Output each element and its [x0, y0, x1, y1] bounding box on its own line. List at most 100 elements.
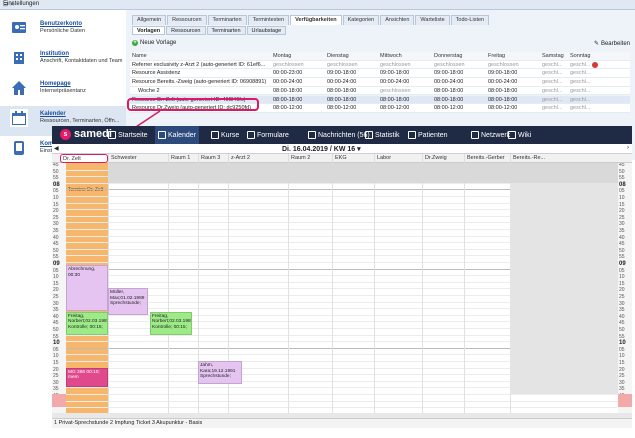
sidebar-item-title[interactable]: Institution: [40, 51, 69, 57]
nav-formulare[interactable]: Formulare: [244, 126, 292, 144]
column-bereitsgerber[interactable]: Bereits.-Gerber: [464, 154, 510, 163]
nav-icon: [365, 131, 373, 139]
calendar-column-headers: Dr. Zelt Schwester Raum 1 Raum 3 z-Arzt 2 Rau…: [52, 154, 632, 163]
tab-warteliste[interactable]: Warteliste: [415, 15, 450, 25]
table-row[interactable]: Resource Bereits.-Zweig (auto-generiert …: [130, 78, 630, 87]
time-label: 10: [53, 195, 59, 201]
column-drzweig[interactable]: Dr.Zweig: [422, 154, 464, 163]
time-axis-right: 45 50 55 08 05 10 15 20 25 30 35 40 45 50 55 09 05 10 15 20…: [618, 163, 632, 413]
grid-line: [66, 400, 618, 402]
subtab-terminarten[interactable]: Terminarten: [206, 26, 246, 35]
appointment[interactable]: Freitag, Norbert;02.03.1989 Kontrolle; 0…: [150, 311, 192, 335]
time-label: 20: [619, 366, 625, 373]
tab-terminarten[interactable]: Terminarten: [207, 15, 247, 25]
column-ekg[interactable]: EKG: [332, 154, 374, 163]
sidebar-item-homepage[interactable]: Homepage Internetpräsentanz: [0, 76, 126, 106]
time-label: 10: [619, 353, 625, 360]
new-template-button[interactable]: + Neue Vorlage: [132, 40, 176, 46]
column-raum1[interactable]: Raum 1: [168, 154, 198, 163]
column-header[interactable]: Name: [132, 52, 147, 60]
time-label: 35: [53, 386, 59, 393]
appointment[interactable]: Freitag, Norbert;02.03.1989 Kontrolle; 0…: [66, 311, 108, 335]
nav-patienten[interactable]: Patienten: [405, 126, 451, 144]
time-label: 45: [53, 320, 59, 327]
row-cell: geschl...: [542, 96, 563, 103]
row-name: Woche 2: [138, 87, 160, 94]
sidebar-item-title[interactable]: Benutzerkonto: [40, 21, 82, 27]
window-controls[interactable]: ⊟ ✕: [3, 1, 631, 8]
grid-line: [66, 394, 618, 395]
nav-label: Wiki: [518, 131, 532, 139]
appointment[interactable]: Abrechnung, 00:30: [66, 265, 108, 312]
nav-icon: [508, 131, 516, 139]
next-day-button[interactable]: ›: [627, 145, 629, 151]
time-label: 20: [53, 208, 59, 215]
table-row[interactable]: Resource Assistenz 00:00-23:00 09:00-18:00…: [130, 69, 630, 79]
time-label: 50: [53, 327, 59, 333]
window-titlebar: Einstellungen ⊟ ✕: [0, 0, 635, 10]
late-slots: [52, 394, 66, 408]
calendar-body: Termine Dr. Zelt 45505508051015202530354…: [52, 163, 632, 413]
table-row[interactable]: Referrer exclusivity z-Arzt 2 (auto-gene…: [130, 60, 630, 70]
subtab-urlaubstage[interactable]: Urlaubstage: [246, 26, 287, 35]
time-label: 05: [619, 346, 625, 353]
time-label: 10: [619, 274, 625, 281]
tab-termintexten[interactable]: Termintexten: [247, 15, 290, 25]
time-label: 20: [53, 366, 59, 373]
column-header[interactable]: Donnerstag: [434, 52, 462, 60]
tab-kategorien[interactable]: Kategorien: [342, 15, 380, 25]
column-header[interactable]: Sonntag: [570, 52, 591, 60]
time-label: 25: [619, 214, 625, 221]
tab-ressourcen[interactable]: Ressourcen: [167, 15, 207, 25]
sidebar-item-title[interactable]: Homepage: [40, 81, 71, 87]
tab-verfgbarkeiten[interactable]: Verfügbarkeiten: [290, 15, 342, 25]
status-bar: 1 Privat-Sprechstunde 2 Impfung Ticket 3…: [52, 418, 632, 428]
tab-todolisten[interactable]: Todo-Listen: [450, 15, 490, 25]
nav-kurse[interactable]: Kurse: [208, 126, 242, 144]
time-label: 05: [53, 188, 59, 195]
nav-statistik[interactable]: Statistik: [362, 126, 403, 144]
column-zarzt2[interactable]: z-Arzt 2: [228, 154, 288, 163]
row-cell: 00:00-24:00: [380, 79, 410, 86]
column-labor[interactable]: Labor: [374, 154, 422, 163]
time-label: 30: [53, 379, 59, 386]
column-raum2[interactable]: Raum 2: [288, 154, 332, 163]
column-divider: [288, 163, 289, 413]
edit-button[interactable]: ✎ Bearbeiten: [593, 40, 630, 48]
date-label[interactable]: Di. 16.04.2019 / KW 16 ▾: [282, 145, 361, 153]
table-row[interactable]: Woche 2 08:00-18:00 08:00-18:00 geschlossen…: [130, 86, 630, 96]
appointment[interactable]: Müller, Max;01.02.1989 Sprechstunde;: [108, 288, 148, 315]
column-bereitsre[interactable]: Bereits.-Re...: [510, 154, 632, 163]
column-raum3[interactable]: Raum 3: [198, 154, 228, 163]
sidebar-item-title[interactable]: Kalender: [40, 111, 66, 117]
toolbar: + Neue Vorlage ✎ Bearbeiten: [130, 40, 630, 50]
tab-allgemein[interactable]: Allgemein: [132, 15, 167, 25]
subtab-vorlagen[interactable]: Vorlagen: [132, 26, 166, 35]
column-schwester[interactable]: Schwester: [108, 154, 168, 163]
column-header[interactable]: Mittwoch: [380, 52, 402, 60]
column-header[interactable]: Freitag: [488, 52, 505, 60]
time-label: 10: [619, 340, 626, 347]
time-label: 50: [619, 247, 625, 254]
column-header[interactable]: Dienstag: [327, 52, 349, 60]
tab-ansichten[interactable]: Ansichten: [380, 15, 415, 25]
delete-icon[interactable]: [592, 61, 598, 68]
column-header[interactable]: Samstag: [542, 52, 564, 60]
appointment[interactable]: MG 386 00:10; mem: [66, 367, 108, 388]
row-cell: geschl...: [542, 70, 563, 77]
column-drzelt[interactable]: Dr. Zelt: [60, 154, 108, 163]
column-header[interactable]: Montag: [273, 52, 291, 60]
pencil-icon: ✎: [593, 41, 599, 47]
subtab-ressourcen[interactable]: Ressourcen: [166, 26, 206, 35]
user-card-icon: [10, 19, 28, 37]
appointment[interactable]: Jahm, Kara;19.12.1991 Sprechstunde;: [198, 361, 242, 385]
nav-kalender[interactable]: Kalender: [155, 126, 200, 144]
prev-day-button[interactable]: ◀: [54, 145, 59, 152]
sidebar-item-benutzerkonto[interactable]: Benutzerkonto Persönliche Daten: [0, 16, 126, 46]
row-cell: 08:00-12:00: [380, 105, 410, 112]
settings-tabs: Allgemein Ressourcen Terminarten Termintext…: [132, 15, 490, 25]
sidebar-item-institution[interactable]: Institution Anschrift, Kontaktdaten und T…: [0, 46, 126, 76]
time-label: 20: [619, 287, 625, 294]
nav-startseite[interactable]: Startseite: [105, 126, 151, 144]
nav-wiki[interactable]: Wiki: [505, 126, 534, 144]
